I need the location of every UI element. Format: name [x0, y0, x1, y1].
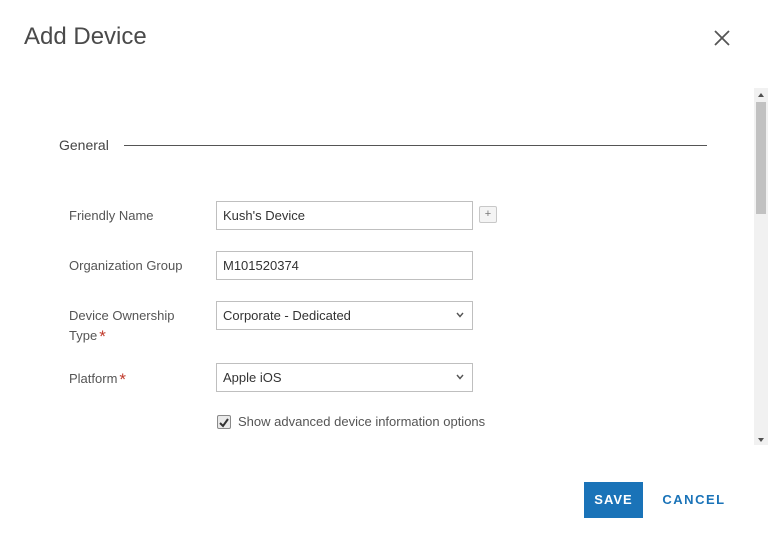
advanced-options-label[interactable]: Show advanced device information options — [238, 414, 485, 429]
checkmark-icon — [219, 418, 229, 428]
scroll-down-arrow[interactable] — [754, 433, 768, 445]
advanced-options-checkbox[interactable] — [217, 415, 231, 429]
required-marker: * — [119, 370, 127, 389]
section-title-general: General — [59, 137, 109, 153]
arrow-down-icon — [758, 438, 764, 442]
platform-label-text: Platform — [69, 371, 118, 386]
friendly-name-input[interactable] — [216, 201, 473, 230]
device-ownership-label-type: Type — [69, 328, 98, 343]
device-ownership-value: Corporate - Dedicated — [223, 308, 351, 323]
close-icon — [714, 30, 730, 46]
chevron-down-icon — [456, 364, 464, 391]
save-button[interactable]: SAVE — [584, 482, 643, 518]
scroll-up-arrow[interactable] — [754, 88, 768, 100]
friendly-name-label: Friendly Name — [69, 208, 154, 223]
chevron-down-icon — [456, 302, 464, 329]
device-ownership-label: Device Ownership Type * — [69, 306, 175, 346]
section-divider — [124, 145, 707, 146]
required-marker: * — [99, 327, 106, 346]
cancel-button[interactable]: CANCEL — [660, 482, 728, 518]
device-ownership-label-line2: Type * — [69, 325, 175, 346]
device-ownership-label-line1: Device Ownership — [69, 308, 175, 323]
arrow-up-icon — [758, 93, 764, 97]
organization-group-input[interactable] — [216, 251, 473, 280]
platform-label: Platform * — [69, 368, 127, 389]
vertical-scrollbar[interactable] — [754, 88, 768, 445]
device-ownership-select[interactable]: Corporate - Dedicated — [216, 301, 473, 330]
platform-select[interactable]: Apple iOS — [216, 363, 473, 392]
dialog-title: Add Device — [24, 23, 147, 50]
add-lookup-button[interactable]: + — [479, 206, 497, 223]
organization-group-label: Organization Group — [69, 258, 183, 273]
scroll-thumb[interactable] — [756, 102, 766, 214]
platform-value: Apple iOS — [223, 370, 282, 385]
close-button[interactable] — [710, 26, 734, 50]
